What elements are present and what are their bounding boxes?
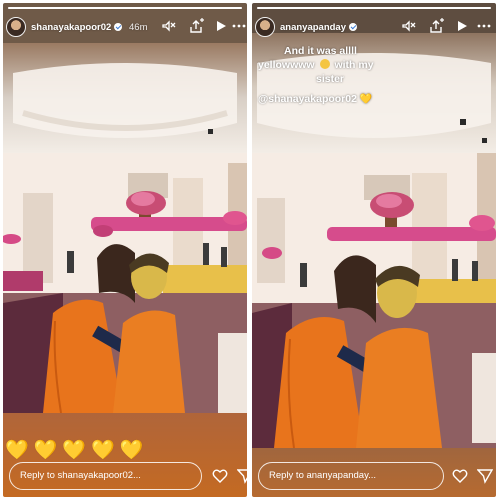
username[interactable]: shanayakapoor02: [31, 22, 123, 33]
heart-sticker-row: 💛 💛 💛 💛 💛: [5, 441, 148, 461]
story-progress-fill: [257, 7, 491, 9]
smiling-face-icon: [319, 59, 330, 69]
caption-line: yellowwww with my: [258, 59, 374, 71]
yellow-heart-icon: 💛: [359, 94, 373, 105]
share-tag-icon[interactable]: [429, 18, 445, 34]
story-progress-fill: [8, 7, 242, 9]
send-icon[interactable]: [477, 468, 493, 484]
verified-icon: [349, 23, 357, 31]
play-icon[interactable]: [213, 18, 229, 34]
more-icon[interactable]: [231, 18, 247, 34]
yellow-heart-icon: 💛: [119, 440, 144, 461]
avatar[interactable]: [6, 17, 26, 37]
story-progress-bar: [8, 7, 242, 9]
story-panel-left: shanayakapoor02 46m 💛 💛 💛 💛 💛 Reply to shana…: [3, 3, 247, 497]
more-icon[interactable]: [476, 18, 492, 34]
heart-icon[interactable]: [452, 468, 468, 484]
send-icon[interactable]: [237, 468, 247, 484]
yellow-heart-icon: 💛: [33, 440, 58, 461]
mute-icon[interactable]: [160, 18, 176, 34]
share-tag-icon[interactable]: [189, 18, 205, 34]
caption-line: sister: [316, 73, 345, 85]
reply-input[interactable]: Reply to shanayakapoor02...: [9, 462, 202, 490]
play-icon[interactable]: [454, 18, 470, 34]
yellow-heart-icon: 💛: [91, 440, 115, 461]
avatar[interactable]: [255, 17, 275, 37]
caption-mention[interactable]: @shanayakapoor02 💛: [258, 93, 372, 105]
yellow-heart-icon: 💛: [62, 440, 87, 461]
story-caption: And it was allll yellowwww with my siste…: [258, 44, 438, 86]
story-header: ananyapanday: [252, 13, 496, 39]
caption-line: And it was allll: [284, 45, 357, 57]
story-header: shanayakapoor02 46m: [3, 13, 247, 39]
timestamp: 46m: [129, 22, 148, 33]
story-progress-bar: [257, 7, 491, 9]
yellow-heart-icon: 💛: [5, 440, 29, 461]
verified-icon: [114, 23, 123, 31]
story-panel-right: ananyapanday And it was allll yellowwww …: [252, 3, 496, 497]
mute-icon[interactable]: [400, 18, 416, 34]
heart-icon[interactable]: [212, 468, 228, 484]
story-photo-left: [3, 3, 247, 497]
reply-input[interactable]: Reply to ananyapanday...: [258, 462, 444, 490]
username[interactable]: ananyapanday: [280, 22, 357, 33]
